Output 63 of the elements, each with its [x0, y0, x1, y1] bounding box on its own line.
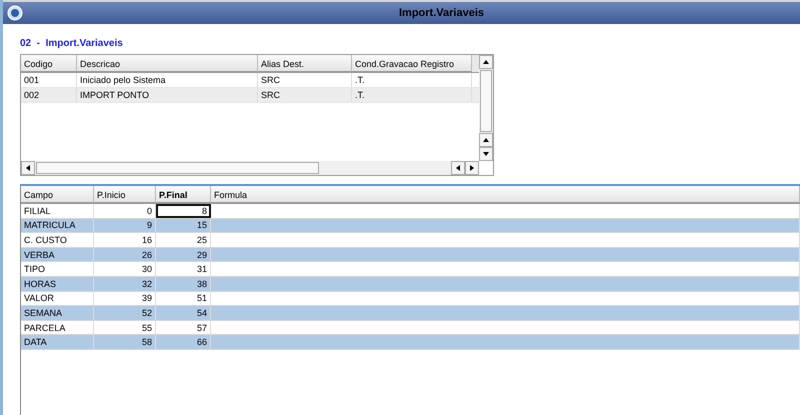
table-cell: 30: [94, 262, 156, 276]
column-header[interactable]: Formula: [211, 186, 800, 203]
table-cell: VALOR: [21, 292, 94, 306]
column-header[interactable]: P.Inicio: [94, 186, 156, 203]
table-cell: 39: [94, 292, 156, 306]
table-cell: TIPO: [21, 262, 94, 276]
table-cell: SRC: [258, 88, 352, 102]
table-cell: .T.: [352, 73, 472, 87]
table-cell: 15: [156, 218, 211, 232]
table-cell: SEMANA: [21, 306, 94, 320]
column-header[interactable]: Descricao: [77, 55, 258, 72]
column-header[interactable]: Campo: [21, 186, 94, 203]
table-cell: 58: [94, 335, 156, 349]
table-cell: 66: [156, 335, 211, 349]
table-cell: 26: [94, 248, 156, 262]
table-cell: MATRICULA: [21, 218, 94, 232]
table-row[interactable]: VERBA 26 29: [21, 248, 800, 262]
column-header[interactable]: Cond.Gravacao Registro: [352, 55, 472, 72]
table-cell: 52: [94, 306, 156, 320]
window-title: Import.Variaveis: [398, 7, 485, 19]
table-cell: 32: [94, 276, 156, 291]
table-row[interactable]: C. CUSTO 16 25: [21, 233, 800, 248]
table-cell: 25: [156, 233, 211, 247]
app-icon: [7, 5, 23, 21]
table-cell: DATA: [21, 335, 94, 349]
table-row[interactable]: 001 Iniciado pelo Sistema SRC .T.: [21, 73, 479, 88]
table-row[interactable]: DATA 58 66: [21, 335, 800, 350]
table-row[interactable]: TIPO 30 31: [21, 262, 800, 277]
table-cell: 55: [94, 320, 156, 334]
table-cell: IMPORT PONTO: [77, 88, 258, 102]
table-row[interactable]: VALOR 39 51: [21, 292, 800, 306]
table-row[interactable]: HORAS 32 38: [21, 276, 800, 292]
horizontal-scrollbar[interactable]: [21, 161, 479, 175]
table-row[interactable]: 002 IMPORT PONTO SRC .T.: [21, 88, 479, 103]
table-cell: 0: [94, 204, 156, 218]
column-header[interactable]: Codigo: [21, 55, 77, 72]
column-header[interactable]: Alias Dest.: [258, 55, 352, 72]
table-row[interactable]: FILIAL 0 8: [21, 204, 800, 219]
table-row[interactable]: PARCELA 55 57: [21, 320, 800, 336]
table-cell: 001: [21, 73, 77, 87]
table-cell: SRC: [258, 73, 352, 87]
table-cell: 54: [156, 306, 211, 320]
table-cell: C. CUSTO: [21, 233, 94, 247]
column-header[interactable]: P.Final: [156, 186, 211, 203]
table-cell: 31: [156, 262, 211, 276]
table-row[interactable]: MATRICULA 9 15: [21, 218, 800, 234]
table-cell: 002: [21, 88, 77, 102]
table-cell: 57: [156, 320, 211, 334]
table-cell: VERBA: [21, 248, 94, 262]
table-cell: 8: [156, 204, 211, 218]
table-cell: 29: [156, 248, 211, 262]
vertical-scrollbar[interactable]: [479, 55, 493, 161]
form-heading: 02 - Import.Variaveis: [20, 38, 124, 49]
table-cell: Iniciado pelo Sistema: [77, 73, 258, 87]
table-cell: 16: [94, 233, 156, 247]
table-cell: FILIAL: [21, 204, 94, 218]
table-cell: .T.: [352, 88, 472, 102]
table-cell: PARCELA: [21, 320, 94, 334]
table-row[interactable]: SEMANA 52 54: [21, 306, 800, 321]
table-cell: 38: [156, 276, 211, 291]
table-cell: 51: [156, 292, 211, 306]
table-cell: 9: [94, 218, 156, 232]
table-cell: HORAS: [21, 276, 94, 291]
